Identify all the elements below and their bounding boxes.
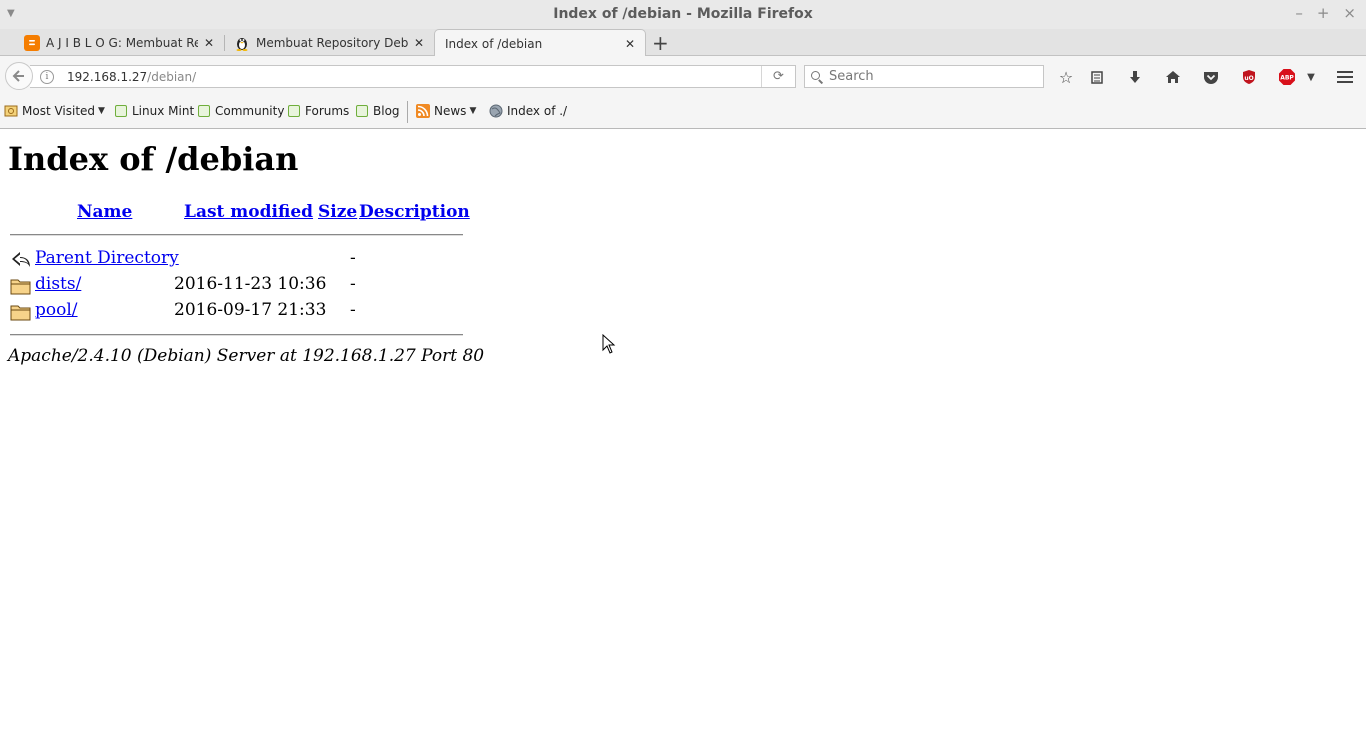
- adblock-plus-icon[interactable]: ABP: [1276, 66, 1298, 88]
- entry-date: 2016-09-17 21:33: [174, 300, 327, 320]
- search-bar[interactable]: [804, 65, 1044, 88]
- bookmark-blog[interactable]: Blog: [355, 104, 400, 118]
- bookmark-label: Index of ./: [507, 104, 568, 118]
- bookmarks-separator: [407, 101, 408, 123]
- url-bar[interactable]: i 192.168.1.27/debian/ ⟳: [30, 65, 796, 88]
- dropdown-caret-icon: ▼: [98, 106, 105, 116]
- mint-icon: [287, 104, 301, 118]
- blogger-icon: [24, 34, 40, 51]
- window-title: Index of /debian - Mozilla Firefox: [553, 6, 813, 22]
- svg-text:uO: uO: [1244, 75, 1253, 82]
- tab-label: Membuat Repository Deb...: [256, 35, 408, 50]
- bookmark-forums[interactable]: Forums: [287, 104, 349, 118]
- tab-index-of-debian[interactable]: Index of /debian ✕: [434, 29, 646, 57]
- bookmark-community[interactable]: Community: [197, 104, 284, 118]
- mouse-cursor-icon: [602, 334, 616, 354]
- tab-separator: [224, 35, 225, 51]
- tab-label: Index of /debian: [445, 36, 543, 51]
- most-visited-icon: [4, 104, 18, 118]
- column-header-name[interactable]: Name: [77, 202, 132, 222]
- bookmark-linux-mint[interactable]: Linux Mint: [114, 104, 194, 118]
- footer-rule: [10, 334, 463, 336]
- search-icon: [811, 70, 823, 83]
- bookmark-label: Most Visited: [22, 104, 96, 118]
- table-row: dists/ 2016-11-23 10:36 -: [10, 274, 470, 298]
- mint-icon: [197, 104, 211, 118]
- server-signature: Apache/2.4.10 (Debian) Server at 192.168…: [8, 346, 485, 366]
- entry-size: -: [350, 248, 356, 268]
- close-window-button[interactable]: ×: [1343, 4, 1356, 22]
- bookmark-label: Blog: [373, 104, 400, 118]
- back-button[interactable]: [5, 62, 33, 90]
- tab-membuat-repository[interactable]: Membuat Repository Deb... ✕: [226, 29, 434, 56]
- mint-icon: [355, 104, 369, 118]
- mint-icon: [114, 104, 128, 118]
- reading-list-icon[interactable]: [1086, 66, 1108, 88]
- bookmark-index-of[interactable]: Index of ./: [489, 104, 567, 118]
- search-input[interactable]: [829, 69, 1029, 84]
- rss-icon: [416, 104, 430, 118]
- bookmark-label: Community: [215, 104, 285, 118]
- url-path: /debian/: [147, 69, 197, 84]
- bookmark-label: News: [434, 104, 467, 118]
- table-row: Parent Directory -: [10, 248, 470, 272]
- window-controls: – + ×: [1295, 4, 1356, 22]
- close-tab-icon[interactable]: ✕: [623, 37, 637, 51]
- close-tab-icon[interactable]: ✕: [202, 36, 216, 50]
- tux-icon: [234, 35, 250, 51]
- column-header-size[interactable]: Size: [318, 202, 357, 222]
- entry-size: -: [350, 274, 356, 294]
- header-rule: [10, 234, 463, 236]
- new-tab-button[interactable]: +: [652, 31, 669, 55]
- close-tab-icon[interactable]: ✕: [412, 36, 426, 50]
- site-info-icon[interactable]: i: [40, 69, 54, 84]
- tab-label: A J I B L O G: Membuat Re...: [46, 35, 198, 50]
- page-content: Index of /debian Name Last modified Size…: [0, 130, 1366, 743]
- window-titlebar: ▼ Index of /debian - Mozilla Firefox – +…: [0, 0, 1366, 29]
- table-row: pool/ 2016-09-17 21:33 -: [10, 300, 470, 324]
- tab-strip: A J I B L O G: Membuat Re... ✕ Membuat R…: [0, 29, 1366, 57]
- bookmark-news[interactable]: News ▼: [416, 104, 476, 118]
- dropdown-caret-icon: ▼: [469, 106, 477, 116]
- bookmark-label: Linux Mint: [132, 104, 195, 118]
- entry-link-dists[interactable]: dists/: [35, 274, 81, 294]
- entry-size: -: [350, 300, 356, 320]
- bookmark-label: Forums: [305, 104, 350, 118]
- hamburger-menu-icon[interactable]: [1334, 66, 1356, 88]
- globe-icon: [489, 104, 503, 118]
- url-text[interactable]: 192.168.1.27/debian/: [67, 70, 196, 84]
- bookmark-most-visited[interactable]: Most Visited ▼: [4, 104, 105, 118]
- column-header-last-modified[interactable]: Last modified: [184, 202, 313, 222]
- ublock-icon[interactable]: uO: [1238, 66, 1260, 88]
- maximize-button[interactable]: +: [1317, 4, 1330, 22]
- pocket-icon[interactable]: [1200, 66, 1222, 88]
- back-arrow-icon: [12, 70, 24, 82]
- tab-ajiblog[interactable]: A J I B L O G: Membuat Re... ✕: [16, 29, 225, 56]
- entry-link-pool[interactable]: pool/: [35, 300, 78, 320]
- folder-icon: [10, 276, 32, 296]
- home-icon[interactable]: [1162, 66, 1184, 88]
- column-header-description[interactable]: Description: [359, 202, 470, 222]
- reload-icon[interactable]: ⟳: [761, 66, 795, 87]
- entry-link-parent-directory[interactable]: Parent Directory: [35, 248, 179, 268]
- url-host: 192.168.1.27: [67, 69, 148, 84]
- navigation-toolbar: i 192.168.1.27/debian/ ⟳ ☆ uO ABP ▼: [0, 56, 1366, 96]
- abp-dropdown-icon[interactable]: ▼: [1300, 66, 1322, 88]
- folder-icon: [10, 302, 32, 322]
- downloads-icon[interactable]: [1124, 66, 1146, 88]
- minimize-button[interactable]: –: [1295, 4, 1303, 22]
- page-heading: Index of /debian: [8, 140, 299, 178]
- bookmark-star-icon[interactable]: ☆: [1055, 66, 1077, 88]
- entry-date: 2016-11-23 10:36: [174, 274, 327, 294]
- svg-text:ABP: ABP: [1280, 75, 1294, 82]
- parent-directory-icon: [10, 250, 32, 270]
- bookmarks-toolbar: Most Visited ▼ Linux Mint Community Foru…: [0, 96, 1366, 129]
